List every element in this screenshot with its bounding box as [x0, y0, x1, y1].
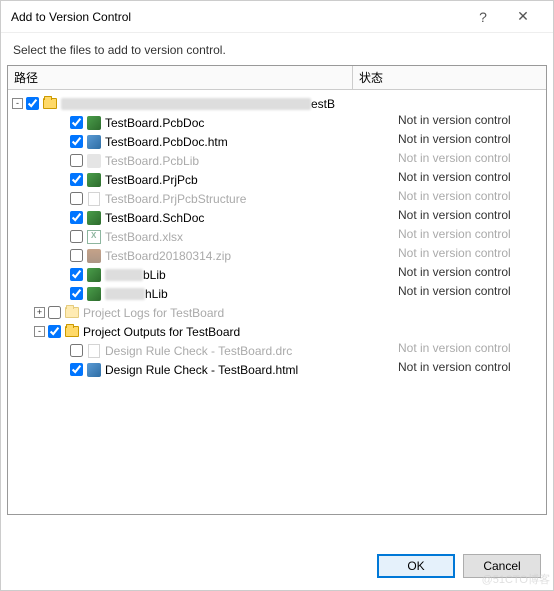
lib-icon: [86, 153, 102, 169]
close-button[interactable]: ✕: [503, 8, 543, 25]
tree-row[interactable]: - Project Outputs for TestBoard: [8, 322, 546, 341]
redacted-text: [105, 288, 145, 300]
tree-row[interactable]: + Project Logs for TestBoard: [8, 303, 546, 322]
column-path[interactable]: 路径: [8, 66, 353, 89]
file-label: Project Logs for TestBoard: [83, 306, 224, 320]
tree-row[interactable]: TestBoard.PcbDoc Not in version control: [8, 113, 546, 132]
status-label: Not in version control: [353, 189, 546, 208]
file-label: Project Outputs for TestBoard: [83, 325, 240, 339]
window-title: Add to Version Control: [11, 10, 463, 24]
file-label: bLib: [143, 268, 166, 282]
tree-row[interactable]: TestBoard.PcbLib Not in version control: [8, 151, 546, 170]
file-checkbox[interactable]: [70, 249, 83, 262]
file-icon: [86, 343, 102, 359]
column-headers: 路径 状态: [8, 66, 546, 90]
tree-row[interactable]: bLib Not in version control: [8, 265, 546, 284]
file-checkbox[interactable]: [70, 154, 83, 167]
ok-button[interactable]: OK: [377, 554, 455, 578]
toggle-collapse-icon[interactable]: -: [12, 98, 23, 109]
tree-row[interactable]: TestBoard.PrjPcb Not in version control: [8, 170, 546, 189]
file-label: TestBoard.PcbDoc.htm: [105, 135, 228, 149]
file-label: TestBoard.SchDoc: [105, 211, 204, 225]
status-label: [353, 303, 546, 322]
titlebar: Add to Version Control ? ✕: [1, 1, 553, 33]
instruction-text: Select the files to add to version contr…: [1, 33, 553, 65]
status-label: Not in version control: [353, 113, 546, 132]
tree-row[interactable]: TestBoard.xlsx Not in version control: [8, 227, 546, 246]
file-tree: - estB TestBoard.PcbDoc Not in version cont…: [8, 90, 546, 514]
tree-row[interactable]: Design Rule Check - TestBoard.drc Not in …: [8, 341, 546, 360]
redacted-text: [105, 269, 143, 281]
root-checkbox[interactable]: [26, 97, 39, 110]
status-label: [353, 322, 546, 341]
toggle-collapse-icon[interactable]: -: [34, 326, 45, 337]
pcb-doc-icon: [86, 286, 102, 302]
file-checkbox[interactable]: [70, 230, 83, 243]
status-label: Not in version control: [353, 360, 546, 379]
archive-icon: [86, 248, 102, 264]
file-label: TestBoard20180314.zip: [105, 249, 231, 263]
file-label: TestBoard.PcbDoc: [105, 116, 204, 130]
file-checkbox[interactable]: [70, 116, 83, 129]
tree-row[interactable]: TestBoard20180314.zip Not in version cont…: [8, 246, 546, 265]
file-label: TestBoard.xlsx: [105, 230, 183, 244]
html-icon: [86, 362, 102, 378]
root-label-suffix: estB: [311, 97, 335, 111]
redacted-path: [61, 98, 311, 110]
tree-row[interactable]: Design Rule Check - TestBoard.html Not in…: [8, 360, 546, 379]
dialog-footer: OK Cancel: [1, 542, 553, 590]
excel-icon: [86, 229, 102, 245]
file-checkbox[interactable]: [70, 173, 83, 186]
file-checkbox[interactable]: [70, 268, 83, 281]
file-icon: [86, 191, 102, 207]
status-label: Not in version control: [353, 284, 546, 303]
file-label: Design Rule Check - TestBoard.html: [105, 363, 298, 377]
status-label: Not in version control: [353, 265, 546, 284]
tree-row[interactable]: TestBoard.SchDoc Not in version control: [8, 208, 546, 227]
status-label: Not in version control: [353, 151, 546, 170]
html-icon: [86, 134, 102, 150]
status-label: Not in version control: [353, 132, 546, 151]
column-state[interactable]: 状态: [353, 66, 546, 89]
file-checkbox[interactable]: [48, 306, 61, 319]
pcb-doc-icon: [86, 115, 102, 131]
file-label: Design Rule Check - TestBoard.drc: [105, 344, 292, 358]
file-checkbox[interactable]: [70, 211, 83, 224]
folder-icon: [64, 324, 80, 340]
status-label: Not in version control: [353, 246, 546, 265]
file-label: TestBoard.PrjPcbStructure: [105, 192, 246, 206]
file-checkbox[interactable]: [70, 287, 83, 300]
pcb-doc-icon: [86, 210, 102, 226]
tree-row[interactable]: hLib Not in version control: [8, 284, 546, 303]
file-label: hLib: [145, 287, 168, 301]
tree-row[interactable]: TestBoard.PrjPcbStructure Not in version …: [8, 189, 546, 208]
file-checkbox[interactable]: [70, 192, 83, 205]
file-tree-panel: 路径 状态 - estB TestBoard.PcbDoc Not in versio…: [7, 65, 547, 515]
file-checkbox[interactable]: [70, 135, 83, 148]
help-button[interactable]: ?: [463, 9, 503, 25]
status-label: Not in version control: [353, 170, 546, 189]
file-checkbox[interactable]: [48, 325, 61, 338]
folder-icon: [42, 96, 58, 112]
status-label: Not in version control: [353, 341, 546, 360]
file-label: TestBoard.PrjPcb: [105, 173, 198, 187]
tree-row[interactable]: TestBoard.PcbDoc.htm Not in version contr…: [8, 132, 546, 151]
pcb-doc-icon: [86, 267, 102, 283]
folder-icon: [64, 305, 80, 321]
file-checkbox[interactable]: [70, 363, 83, 376]
status-label: Not in version control: [353, 208, 546, 227]
file-label: TestBoard.PcbLib: [105, 154, 199, 168]
pcb-doc-icon: [86, 172, 102, 188]
status-label: Not in version control: [353, 227, 546, 246]
toggle-expand-icon[interactable]: +: [34, 307, 45, 318]
file-checkbox[interactable]: [70, 344, 83, 357]
cancel-button[interactable]: Cancel: [463, 554, 541, 578]
